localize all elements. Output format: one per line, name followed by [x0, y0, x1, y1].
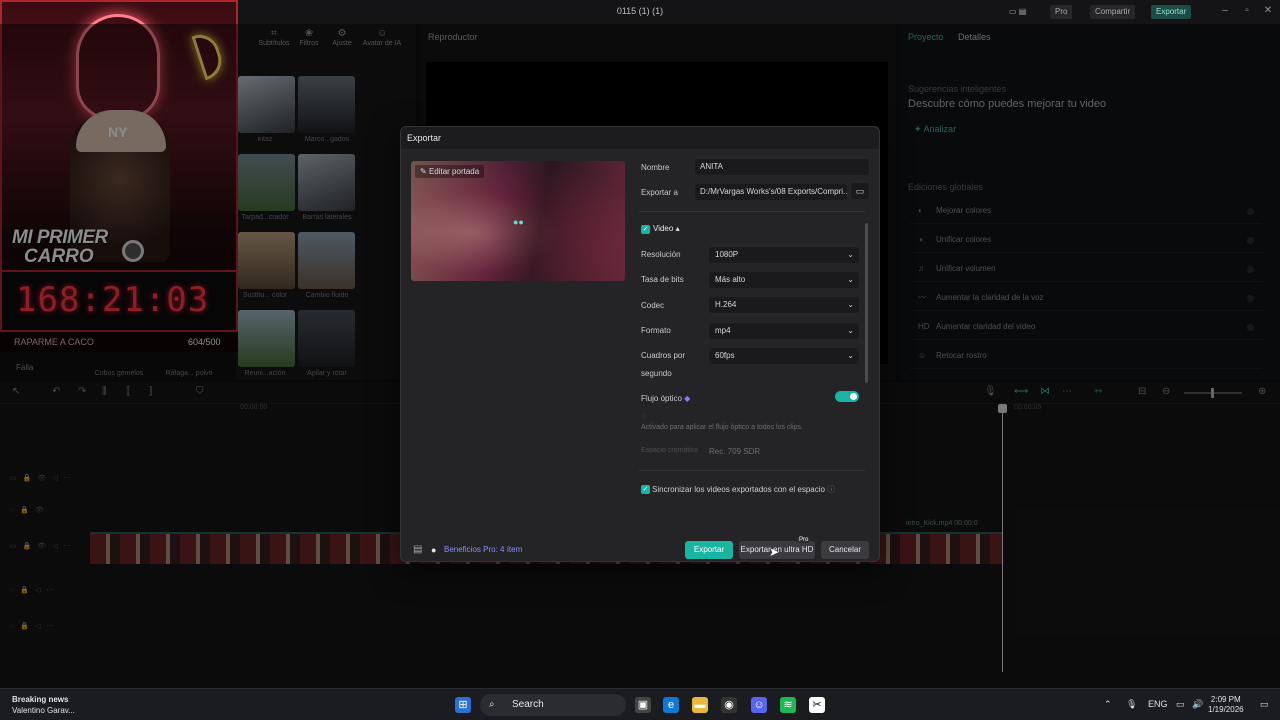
- edit-cover-button[interactable]: ✎ Editar portada: [415, 165, 485, 178]
- folder-icon[interactable]: ▭: [851, 183, 869, 199]
- network-icon[interactable]: ▭: [1176, 699, 1185, 710]
- fps-select[interactable]: 60fps ⌄: [709, 348, 859, 364]
- edge-icon[interactable]: e: [663, 697, 679, 713]
- mic-icon[interactable]: 🎙: [1126, 699, 1137, 710]
- loading-icon: ●●: [513, 217, 524, 227]
- layout-icon[interactable]: ▭ ▤: [1004, 5, 1031, 19]
- task-view-icon[interactable]: ▣: [635, 697, 651, 713]
- film-icon: ▤: [413, 544, 423, 555]
- pro-benefits-link[interactable]: Beneficios Pro: 4 ítem: [444, 545, 522, 554]
- video-checkbox[interactable]: ✓: [641, 225, 650, 234]
- format-select[interactable]: mp4 ⌄: [709, 323, 859, 339]
- search-icon: ⌕: [489, 699, 495, 710]
- volume-icon[interactable]: 🔊: [1192, 699, 1203, 710]
- app-title: 0115 (1) (1): [616, 6, 664, 16]
- optical-flow-help: Activado para aplicar el flujo óptico a …: [641, 424, 803, 431]
- file-explorer-icon[interactable]: ▬: [692, 697, 708, 713]
- bitrate-select[interactable]: Más alto ⌄: [709, 272, 859, 288]
- name-label: Nombre: [641, 163, 670, 172]
- format-label: Formato: [641, 326, 671, 335]
- pro-badge: Pro: [797, 537, 811, 543]
- toggle-knob[interactable]: [850, 393, 857, 400]
- minimize-icon[interactable]: –: [1218, 5, 1232, 19]
- codec-label: Codec: [641, 301, 665, 310]
- news-title: Breaking news: [12, 695, 69, 704]
- obs-icon[interactable]: ◉: [721, 697, 737, 713]
- pro-button[interactable]: Pro: [1050, 5, 1073, 19]
- dialog-header: [401, 127, 879, 149]
- export-path-field[interactable]: D:/MrVargas Works's/08 Exports/Compri...: [695, 184, 847, 200]
- mouse-cursor-icon: ➤: [769, 545, 780, 559]
- cancel-button[interactable]: Cancelar: [821, 541, 869, 559]
- video-section-label[interactable]: Video ▴: [653, 224, 680, 233]
- fps-label: Cuadros por: [641, 351, 686, 360]
- chevron-down-icon: ⌄: [847, 275, 854, 284]
- info-icon: ◌: [641, 411, 646, 420]
- info-icon: ●: [431, 545, 437, 555]
- edit-icon: ✎: [420, 167, 429, 176]
- language-indicator[interactable]: ENG: [1148, 699, 1168, 709]
- export-preview: ✎ Editar portada ●●: [411, 161, 625, 281]
- resolution-select[interactable]: 1080P ⌄: [709, 247, 859, 263]
- sync-checkbox[interactable]: ✓: [641, 485, 650, 494]
- name-field[interactable]: ANITA: [695, 159, 869, 175]
- windows-start-icon[interactable]: ⊞: [455, 697, 471, 713]
- dialog-title: Exportar: [407, 133, 442, 143]
- share-button[interactable]: Compartir: [1090, 5, 1136, 19]
- dialog-scrollbar[interactable]: [865, 223, 868, 383]
- divider: [639, 470, 865, 471]
- export-button[interactable]: Exportar: [685, 541, 733, 559]
- divider: [639, 211, 865, 212]
- taskbar-search[interactable]: ⌕ Search: [480, 694, 626, 716]
- capcut-icon[interactable]: ✂: [809, 697, 825, 713]
- color-space-value: Rec. 709 SDR: [709, 447, 761, 456]
- chevron-up-icon: ▴: [675, 224, 680, 233]
- resolution-label: Resolución: [641, 250, 681, 259]
- clock[interactable]: 2:09 PM 1/19/2026: [1208, 695, 1244, 715]
- bitrate-label: Tasa de bits: [641, 275, 684, 284]
- codec-select[interactable]: H.264 ⌄: [709, 297, 859, 313]
- spotify-icon[interactable]: ≋: [780, 697, 796, 713]
- discord-icon[interactable]: ☺: [751, 697, 767, 713]
- news-subtitle: Valentino Garav...: [12, 706, 75, 715]
- help-icon[interactable]: ⓘ: [827, 485, 835, 494]
- fps-label-2: segundo: [641, 369, 672, 378]
- export-to-label: Exportar a: [641, 188, 678, 197]
- pro-gem-icon: ◆: [684, 394, 691, 403]
- export-dialog: Exportar ✎ Editar portada ●● Nombre ANIT…: [400, 126, 880, 562]
- color-space-label: Espacio cromático: [641, 447, 699, 454]
- chevron-down-icon: ⌄: [847, 326, 854, 335]
- taskbar: Breaking news Valentino Garav... ⊞ ⌕ Sear…: [0, 688, 1280, 720]
- chevron-down-icon: ⌄: [847, 300, 854, 309]
- notification-icon[interactable]: ▭: [1260, 699, 1269, 710]
- export-top-button[interactable]: Exportar: [1151, 5, 1192, 19]
- close-icon[interactable]: ✕: [1261, 5, 1275, 19]
- sync-label: Sincronizar los videos exportados con el…: [652, 485, 836, 494]
- maximize-icon[interactable]: ▫: [1240, 5, 1254, 19]
- optical-flow-label: Flujo óptico ◆: [641, 394, 691, 403]
- chevron-up-icon[interactable]: ⌃: [1104, 699, 1112, 710]
- news-widget[interactable]: Breaking news Valentino Garav...: [12, 694, 75, 716]
- chevron-down-icon: ⌄: [847, 250, 854, 259]
- chevron-down-icon: ⌄: [847, 351, 854, 360]
